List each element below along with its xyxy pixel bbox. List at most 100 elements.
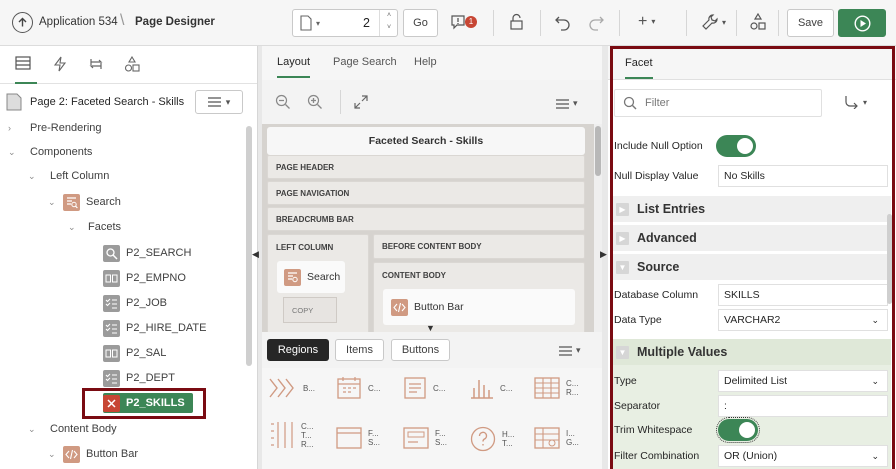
tab-layout[interactable]: Layout: [277, 56, 311, 78]
gallery-item-label: I... G...: [566, 429, 579, 447]
undo-icon[interactable]: [554, 13, 572, 34]
collapse-right-icon[interactable]: ▶: [600, 249, 607, 260]
toolbar-divider: [619, 10, 620, 36]
null-display-input[interactable]: No Skills: [718, 165, 888, 187]
gallery-tab-buttons[interactable]: Buttons: [391, 339, 450, 361]
shared-components-icon[interactable]: [749, 12, 767, 34]
wrench-menu-button[interactable]: ▾: [701, 13, 726, 31]
tree-node-left-column[interactable]: ⌄ Left Column: [28, 166, 109, 186]
tree-node-search[interactable]: ⌄ Search: [48, 192, 121, 212]
section-source[interactable]: ▼ Source: [613, 254, 891, 280]
section-advanced[interactable]: ▶ Advanced: [613, 225, 891, 251]
redo-icon[interactable]: [587, 13, 605, 34]
gallery-tab-label: Items: [346, 344, 373, 356]
page-selector[interactable]: ▾ 2 ˄ ˅: [292, 9, 398, 37]
gallery-item-classic-report[interactable]: C... R...: [534, 376, 588, 400]
region-page-navigation[interactable]: PAGE NAVIGATION: [267, 181, 585, 205]
gallery-item-help-text[interactable]: H... T...: [470, 426, 524, 452]
section-list-entries[interactable]: ▶ List Entries: [613, 196, 891, 222]
app-name-link[interactable]: Application 534: [39, 16, 118, 28]
gallery-item-calendar[interactable]: C...: [336, 376, 390, 400]
chevron-down-icon: ⌄: [871, 375, 879, 386]
property-filter-field[interactable]: Filter: [614, 89, 822, 117]
tab-help[interactable]: Help: [414, 56, 437, 68]
go-to-group-caret-icon: ▾: [863, 97, 868, 107]
property-scrollbar-thumb[interactable]: [887, 214, 892, 304]
canvas-scroll-thumb[interactable]: [595, 126, 601, 176]
tree-node-p2-search[interactable]: P2_SEARCH: [103, 243, 191, 263]
gallery-item-content-block[interactable]: C...: [403, 376, 455, 400]
dynamic-actions-tab[interactable]: [53, 56, 67, 75]
copy-slot[interactable]: COPY: [283, 297, 337, 323]
gallery-item-breadcrumb[interactable]: B...: [269, 376, 325, 400]
field-value: VARCHAR2: [724, 314, 781, 326]
region-page-header[interactable]: PAGE HEADER: [267, 155, 585, 179]
tree-node-p2-dept[interactable]: P2_DEPT: [103, 368, 175, 388]
tree-node-p2-hire-date[interactable]: P2_HIRE_DATE: [103, 318, 207, 338]
save-button[interactable]: Save: [787, 9, 834, 37]
tree-node-pre-rendering[interactable]: › Pre-Rendering: [8, 118, 102, 138]
field-value: :: [724, 400, 727, 412]
gallery-tab-regions[interactable]: Regions: [267, 339, 329, 361]
tree-node-button-bar[interactable]: ⌄ Button Bar: [48, 444, 138, 464]
canvas-title-bar[interactable]: Faceted Search - Skills: [267, 127, 585, 155]
gallery-item-interactive-grid[interactable]: I... G...: [534, 426, 588, 450]
data-type-select[interactable]: VARCHAR2 ⌄: [718, 309, 888, 331]
tree-node-content-body[interactable]: ⌄ Content Body: [28, 419, 117, 439]
include-null-toggle[interactable]: [716, 135, 756, 157]
go-button[interactable]: Go: [403, 9, 438, 37]
go-to-group-button[interactable]: ▾: [844, 95, 867, 109]
expand-down-icon: ⌄: [8, 146, 16, 157]
layout-menu-button[interactable]: ▾: [556, 98, 578, 109]
trim-whitespace-toggle[interactable]: [716, 417, 760, 443]
page-designer-title: Page Designer: [135, 16, 215, 28]
run-page-button[interactable]: [838, 9, 886, 37]
prop-label: Separator: [614, 400, 661, 412]
gallery-menu-button[interactable]: ▾: [559, 345, 581, 356]
zoom-in-icon[interactable]: [307, 94, 323, 113]
tree-node-facets[interactable]: ⌄ Facets: [68, 217, 121, 237]
shared-tab[interactable]: [124, 55, 140, 75]
rendering-tab[interactable]: [15, 56, 37, 84]
page-number-input[interactable]: 2: [363, 16, 370, 30]
toolbar-divider: [540, 10, 541, 36]
warnings-button[interactable]: 1: [448, 12, 480, 34]
page-stepper[interactable]: ˄ ˅: [379, 10, 398, 36]
gallery-item-form[interactable]: F... S...: [403, 426, 457, 450]
left-scrollbar[interactable]: [246, 126, 252, 366]
tree-node-p2-skills[interactable]: P2_SKILLS: [103, 393, 193, 413]
tree-node-p2-job[interactable]: P2_JOB: [103, 293, 167, 313]
database-column-input[interactable]: SKILLS: [718, 284, 888, 306]
tab-page-search[interactable]: Page Search: [333, 56, 397, 68]
tree-node-label: Content Body: [50, 423, 117, 435]
app-home-icon[interactable]: [12, 12, 33, 33]
region-button-bar-card[interactable]: Button Bar: [383, 289, 575, 325]
zoom-out-icon[interactable]: [275, 94, 291, 113]
section-multiple-values[interactable]: ▼ Multiple Values: [613, 339, 891, 365]
tree-node-p2-empno[interactable]: P2_EMPNO: [103, 268, 186, 288]
tab-facet[interactable]: Facet: [625, 57, 653, 79]
expand-diagonal-icon[interactable]: [354, 95, 368, 112]
gallery-item-faceted-search[interactable]: F... S...: [336, 426, 390, 450]
region-search-card[interactable]: Search: [277, 261, 345, 293]
gallery-item-column-toggle-report[interactable]: C... T... R...: [269, 420, 323, 450]
region-before-content-body[interactable]: BEFORE CONTENT BODY: [373, 234, 585, 259]
processing-tab[interactable]: [88, 56, 104, 75]
tree-node-components[interactable]: ⌄ Components: [8, 142, 92, 162]
create-menu-button[interactable]: + ▾: [638, 14, 655, 30]
region-breadcrumb-bar[interactable]: BREADCRUMB BAR: [267, 207, 585, 231]
filter-combination-select[interactable]: OR (Union) ⌄: [718, 445, 888, 467]
region-label: CONTENT BODY: [382, 271, 446, 280]
tree-menu-button[interactable]: ▾: [195, 90, 243, 114]
page-icon: [6, 93, 22, 111]
gallery-tab-items[interactable]: Items: [335, 339, 384, 361]
tree-node-p2-sal[interactable]: P2_SAL: [103, 343, 166, 363]
tree-node-label: Search: [86, 196, 121, 208]
gallery-item-chart[interactable]: C...: [470, 376, 522, 400]
type-select[interactable]: Delimited List ⌄: [718, 370, 888, 392]
collapse-left-icon[interactable]: ◀: [252, 249, 259, 260]
separator-input[interactable]: :: [718, 395, 888, 417]
prop-data-type: Data Type VARCHAR2 ⌄: [614, 309, 888, 331]
shapes-icon: [124, 55, 140, 72]
lock-icon[interactable]: [508, 13, 526, 34]
